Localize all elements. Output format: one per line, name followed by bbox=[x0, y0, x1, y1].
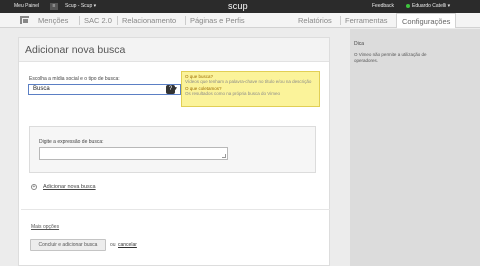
user-menu[interactable]: Eduardo Catelli ▾ bbox=[406, 3, 450, 9]
tip-answer-2: Os resultados como na própria busca do V… bbox=[185, 90, 280, 96]
media-type-value: Busca bbox=[33, 86, 50, 92]
sidebar-title: Dica bbox=[354, 41, 365, 47]
media-type-select[interactable]: Busca ▼ bbox=[28, 84, 181, 95]
menu-icon[interactable]: ≡ bbox=[50, 3, 58, 10]
add-search-link[interactable]: Adicionar nova busca bbox=[43, 184, 96, 190]
or-text: ou bbox=[110, 242, 116, 248]
scup-logo: scup bbox=[228, 1, 248, 11]
nav-divider bbox=[117, 16, 118, 25]
tab-paginas-perfis[interactable]: Páginas e Perfis bbox=[190, 16, 245, 25]
my-panel-link[interactable]: Meu Painel bbox=[14, 3, 39, 9]
tip-answer-1: Vídeos que tenham a palavra-chave no tít… bbox=[185, 79, 312, 85]
tab-sac[interactable]: SAC 2.0 bbox=[84, 16, 112, 25]
dashboard-icon[interactable] bbox=[20, 16, 29, 24]
nav-divider bbox=[79, 16, 80, 25]
tab-relacionamento[interactable]: Relacionamento bbox=[122, 16, 176, 25]
search-expression-input[interactable] bbox=[39, 147, 228, 160]
nav-divider bbox=[185, 16, 186, 25]
resize-handle-icon[interactable] bbox=[222, 154, 226, 158]
tab-relatorios[interactable]: Relatórios bbox=[298, 16, 332, 25]
tip-sidebar: Dica O Vimeo não permite a utilização de… bbox=[350, 29, 480, 266]
nav-divider bbox=[340, 16, 341, 25]
more-options-link[interactable]: Mais opções bbox=[31, 224, 59, 230]
account-switcher[interactable]: Scup - Scup ▾ bbox=[65, 3, 96, 9]
add-icon[interactable]: + bbox=[31, 184, 37, 190]
user-name: Eduardo Catelli ▾ bbox=[412, 3, 451, 9]
divider bbox=[21, 209, 330, 210]
tab-configuracoes[interactable]: Configurações bbox=[396, 13, 457, 28]
submit-button[interactable]: Concluir e adicionar busca bbox=[30, 239, 106, 251]
tab-mencoes[interactable]: Menções bbox=[38, 16, 68, 25]
panel-header: Adicionar nova busca bbox=[19, 38, 329, 62]
top-bar: Meu Painel ≡ Scup - Scup ▾ scup Feedback… bbox=[0, 0, 480, 13]
feedback-link[interactable]: Feedback bbox=[372, 3, 394, 9]
main-nav: Menções SAC 2.0 Relacionamento Páginas e… bbox=[0, 13, 480, 28]
media-select-label: Escolha a mídia social e o tipo de busca… bbox=[29, 76, 120, 82]
page-title: Adicionar nova busca bbox=[25, 44, 126, 56]
search-expression-label: Digite a expressão de busca: bbox=[39, 139, 104, 145]
tip-box: O que busca? Vídeos que tenham a palavra… bbox=[181, 71, 320, 107]
tab-ferramentas[interactable]: Ferramentas bbox=[345, 16, 388, 25]
help-icon[interactable]: ? bbox=[166, 85, 175, 94]
cancel-link[interactable]: cancelar bbox=[118, 242, 137, 248]
sidebar-text: O Vimeo não permite a utilização de oper… bbox=[354, 52, 427, 63]
online-status-icon bbox=[406, 3, 410, 8]
search-expression-box: Digite a expressão de busca: bbox=[29, 126, 316, 173]
